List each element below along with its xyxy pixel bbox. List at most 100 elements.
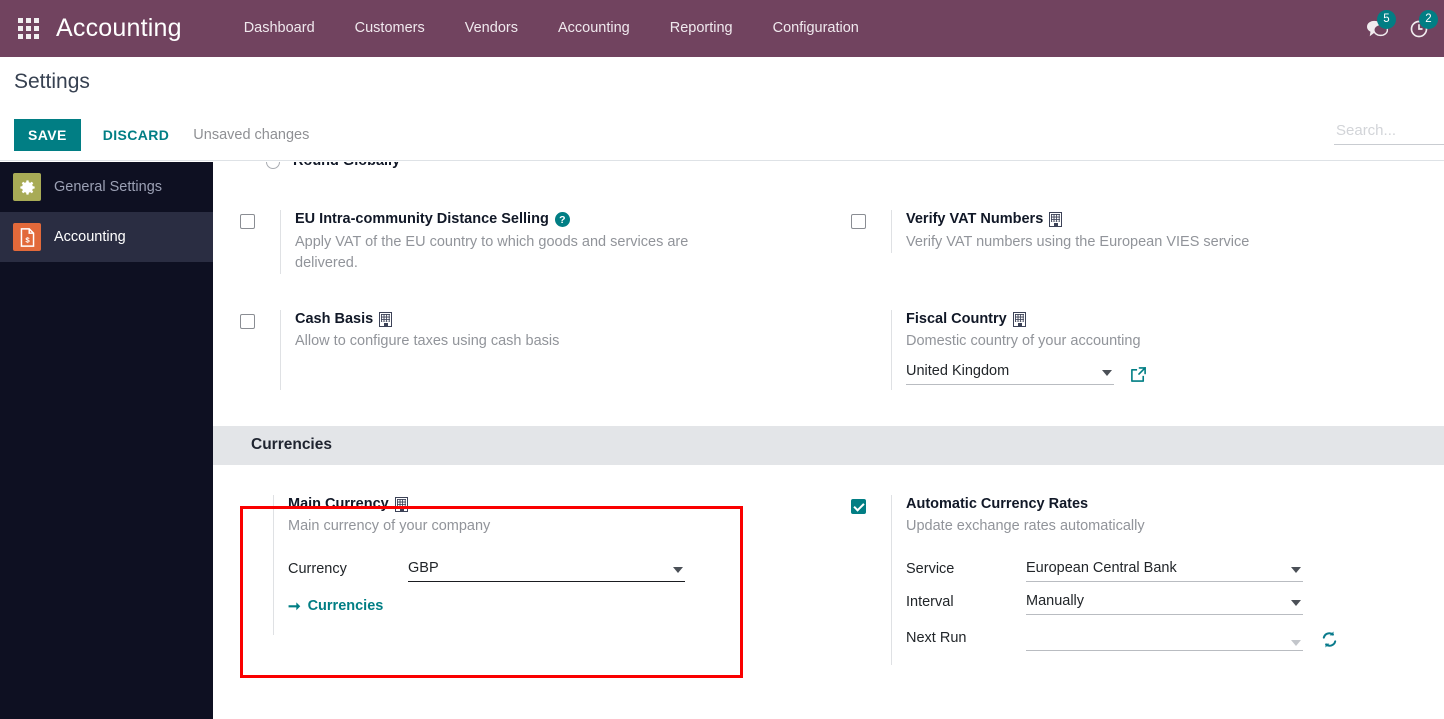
service-select-wrap: European Central Bank <box>1026 558 1303 583</box>
question-mark-icon[interactable]: ? <box>554 212 570 228</box>
menu-item-configuration[interactable]: Configuration <box>753 0 879 57</box>
fiscal-country-description: Domestic country of your accounting <box>906 333 1141 350</box>
invoice-document-icon: $ <box>13 223 41 251</box>
sidebar-item-label: General Settings <box>54 179 163 195</box>
fiscal-country-title: Fiscal Country <box>906 310 1443 330</box>
chevron-down-icon <box>1102 370 1112 377</box>
verify-vat-checkbox-wrap <box>851 210 891 253</box>
apps-menu-button[interactable] <box>0 0 56 57</box>
fiscal-country-field-row: United Kingdom <box>906 361 1443 386</box>
setting-eu-distance-selling: EU Intra-community Distance Selling ? Ap… <box>213 206 828 274</box>
control-panel-buttons: SAVE DISCARD Unsaved changes <box>14 119 309 151</box>
menu-item-dashboard[interactable]: Dashboard <box>224 0 335 57</box>
round-globally-radio[interactable] <box>266 162 280 169</box>
verify-vat-body: Verify VAT Numbers Verify VAT numbers us… <box>891 210 1443 253</box>
fiscal-country-spacer <box>851 310 891 390</box>
automatic-rates-body: Automatic Currency Rates Update exchange… <box>891 494 1443 665</box>
messages-button[interactable]: 5 <box>1366 9 1396 39</box>
menu-item-reporting[interactable]: Reporting <box>650 0 753 57</box>
currencies-link[interactable]: ➞ Currencies <box>288 598 383 614</box>
page-title: Settings <box>14 70 90 93</box>
settings-content: Round Globally EU Intra-community Distan… <box>213 162 1444 719</box>
currencies-link-label: Currencies <box>307 598 384 615</box>
save-button[interactable]: SAVE <box>14 119 81 151</box>
search-input[interactable] <box>1334 121 1444 140</box>
app-brand-title[interactable]: Accounting <box>56 14 182 43</box>
next-run-input-wrap <box>1026 631 1303 652</box>
eu-distance-selling-checkbox[interactable] <box>240 214 255 229</box>
sidebar-item-accounting[interactable]: $ Accounting <box>0 212 213 262</box>
svg-text:$: $ <box>25 235 30 244</box>
setting-main-currency: Main Currency Main currency of your comp… <box>213 491 828 635</box>
unsaved-changes-status: Unsaved changes <box>193 127 310 143</box>
currency-select[interactable]: GBP <box>408 558 685 583</box>
activities-button[interactable]: 2 <box>1408 9 1438 39</box>
main-menu: Dashboard Customers Vendors Accounting R… <box>224 0 879 57</box>
service-field-row: Service European Central Bank <box>906 558 1443 583</box>
automatic-rates-checkbox[interactable] <box>851 498 866 514</box>
fiscal-country-select[interactable]: United Kingdom <box>906 361 1114 386</box>
currency-field-row: Currency GBP <box>288 558 828 583</box>
main-currency-body: Main Currency Main currency of your comp… <box>273 494 828 635</box>
top-navbar: Accounting Dashboard Customers Vendors A… <box>0 0 1444 57</box>
currencies-block: Main Currency Main currency of your comp… <box>213 491 1444 678</box>
fiscal-country-body: Fiscal Country Domestic country of your … <box>891 309 1443 390</box>
chevron-down-icon <box>1291 600 1301 607</box>
main-currency-description: Main currency of your company <box>288 518 491 535</box>
interval-field-label: Interval <box>906 594 954 611</box>
right-column: Fiscal Country Domestic country of your … <box>828 306 1443 390</box>
external-link-icon[interactable] <box>1130 366 1147 383</box>
eu-distance-selling-body: EU Intra-community Distance Selling ? Ap… <box>280 210 828 274</box>
left-column: EU Intra-community Distance Selling ? Ap… <box>213 206 828 274</box>
right-column: Verify VAT Numbers Verify VAT numbers us… <box>828 206 1443 274</box>
building-icon <box>379 311 393 327</box>
currencies-section-title: Currencies <box>251 436 332 454</box>
automatic-rates-description: Update exchange rates automatically <box>906 518 1145 535</box>
currencies-section-header: Currencies <box>213 425 1444 465</box>
activities-counter-badge: 2 <box>1419 9 1438 29</box>
currency-select-wrap: GBP <box>408 558 685 583</box>
building-icon <box>394 496 408 512</box>
setting-verify-vat: Verify VAT Numbers Verify VAT numbers us… <box>828 206 1443 253</box>
chevron-down-icon <box>1291 640 1301 647</box>
verify-vat-checkbox[interactable] <box>851 214 866 229</box>
automatic-rates-title: Automatic Currency Rates <box>906 495 1089 512</box>
service-field-label: Service <box>906 561 955 578</box>
cash-basis-checkbox[interactable] <box>240 313 255 329</box>
chevron-down-icon <box>1291 567 1301 574</box>
messages-counter-badge: 5 <box>1377 9 1396 29</box>
left-column: Cash Basis Allow to configure taxes usin… <box>213 306 828 390</box>
cash-basis-title-text: Cash Basis <box>295 310 374 327</box>
rounding-row: Round Globally <box>213 162 1444 194</box>
left-column: Main Currency Main currency of your comp… <box>213 491 828 665</box>
menu-item-customers[interactable]: Customers <box>335 0 445 57</box>
refresh-sync-icon[interactable] <box>1320 630 1339 649</box>
eu-distance-selling-title-text: EU Intra-community Distance Selling <box>295 211 549 227</box>
verify-vat-title-text: Verify VAT Numbers <box>906 211 1044 227</box>
eu-distance-selling-title: EU Intra-community Distance Selling ? <box>295 210 828 230</box>
interval-select[interactable]: Manually <box>1026 591 1303 616</box>
right-column: Automatic Currency Rates Update exchange… <box>828 491 1443 665</box>
cash-basis-title: Cash Basis <box>295 310 828 330</box>
sidebar-item-general-settings[interactable]: General Settings <box>0 162 213 212</box>
setting-automatic-currency-rates: Automatic Currency Rates Update exchange… <box>828 491 1443 665</box>
next-run-field-row: Next Run <box>906 630 1443 652</box>
settings-sidebar: General Settings $ Accounting <box>0 162 213 719</box>
interval-field-row: Interval Manually <box>906 591 1443 616</box>
eu-distance-selling-checkbox-wrap <box>240 210 280 274</box>
settings-row-currencies: Main Currency Main currency of your comp… <box>213 491 1444 665</box>
service-select[interactable]: European Central Bank <box>1026 558 1303 583</box>
next-run-input[interactable] <box>1026 631 1303 652</box>
verify-vat-title: Verify VAT Numbers <box>906 210 1443 230</box>
building-icon <box>1012 311 1026 327</box>
chevron-down-icon <box>673 567 683 574</box>
building-icon <box>1049 212 1063 228</box>
main-currency-title-text: Main Currency <box>288 495 389 512</box>
menu-item-accounting[interactable]: Accounting <box>538 0 650 57</box>
menu-item-vendors[interactable]: Vendors <box>445 0 538 57</box>
discard-button[interactable]: DISCARD <box>89 119 184 151</box>
cash-basis-description: Allow to configure taxes using cash basi… <box>295 333 560 350</box>
settings-row-1: EU Intra-community Distance Selling ? Ap… <box>213 206 1444 274</box>
search-container <box>1334 121 1444 145</box>
systray: 5 2 <box>1366 0 1444 57</box>
